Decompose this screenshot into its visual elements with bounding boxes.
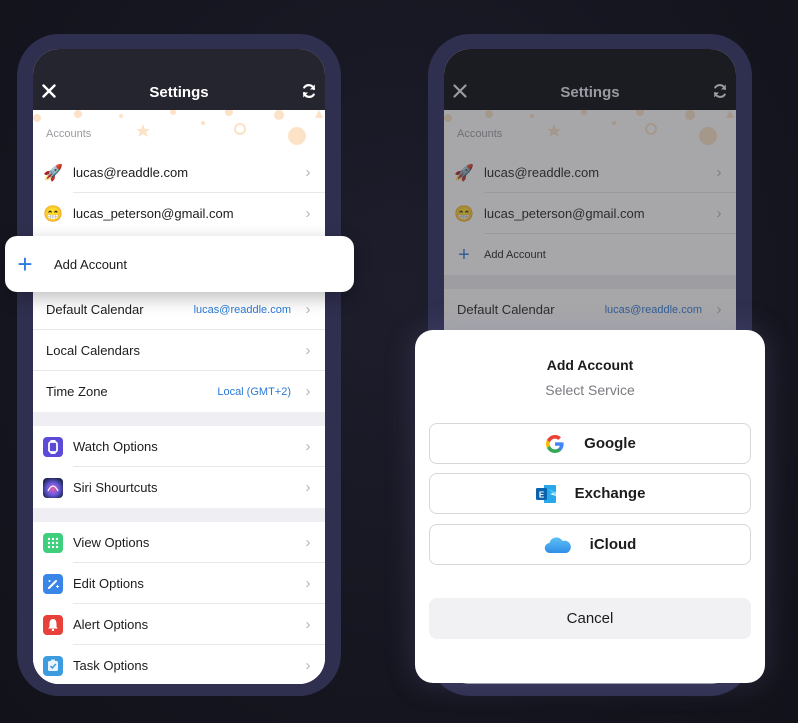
- nav-bar: Settings: [444, 49, 736, 110]
- sheet-title: Add Account: [546, 357, 634, 373]
- add-account-button[interactable]: + Add Account: [5, 236, 354, 292]
- default-calendar-row[interactable]: Default Calendar lucas@readdle.com ›: [33, 289, 325, 330]
- account-email: lucas@readdle.com: [484, 165, 600, 180]
- row-label: Siri Shourtcuts: [73, 480, 158, 495]
- watch-icon: [43, 436, 63, 457]
- default-calendar-row[interactable]: Default Calendar lucas@readdle.com ›: [444, 289, 736, 330]
- service-label: iCloud: [589, 536, 637, 553]
- rocket-icon: 🚀: [454, 164, 474, 182]
- row-label: Alert Options: [73, 617, 149, 632]
- account-email: lucas@readdle.com: [73, 165, 189, 180]
- exchange-button[interactable]: E Exchange: [429, 473, 751, 514]
- chevron-right-icon: ›: [716, 164, 722, 181]
- accounts-section-label: Accounts: [46, 128, 92, 140]
- row-label: Task Options: [73, 658, 149, 673]
- add-account-row[interactable]: + Add Account: [444, 234, 736, 275]
- chevron-right-icon: ›: [305, 575, 311, 592]
- exchange-icon: E: [535, 483, 557, 505]
- alert-options-row[interactable]: Alert Options ›: [33, 604, 325, 645]
- row-label: View Options: [73, 535, 150, 550]
- account-row[interactable]: 🚀 lucas@readdle.com ›: [444, 152, 736, 193]
- account-email: lucas_peterson@gmail.com: [73, 206, 234, 221]
- sync-button[interactable]: [711, 82, 729, 100]
- chevron-right-icon: ›: [305, 616, 311, 633]
- google-icon: [544, 433, 566, 455]
- siri-icon: [43, 477, 63, 498]
- row-label: Time Zone: [46, 384, 108, 399]
- section-gap: [33, 412, 325, 426]
- plus-icon: +: [458, 243, 470, 266]
- account-email: lucas_peterson@gmail.com: [484, 206, 645, 221]
- svg-text:E: E: [538, 490, 544, 499]
- service-label: Google: [584, 435, 636, 452]
- chevron-right-icon: ›: [716, 301, 722, 318]
- row-label: Watch Options: [73, 439, 158, 454]
- add-account-label: Add Account: [484, 248, 546, 261]
- section-gap: [444, 275, 736, 289]
- local-calendars-row[interactable]: Local Calendars ›: [33, 330, 325, 371]
- siri-shortcuts-row[interactable]: Siri Shourtcuts ›: [33, 467, 325, 508]
- grid-icon: [43, 532, 63, 553]
- icloud-button[interactable]: iCloud: [429, 524, 751, 565]
- icloud-icon: [544, 534, 572, 556]
- row-label: Local Calendars: [46, 343, 140, 358]
- row-label: Edit Options: [73, 576, 144, 591]
- sync-icon: [302, 84, 316, 98]
- task-options-row[interactable]: Task Options ›: [33, 645, 325, 684]
- add-account-label: Add Account: [54, 256, 127, 272]
- section-gap: [33, 508, 325, 522]
- bell-icon: [43, 614, 63, 635]
- chevron-right-icon: ›: [305, 342, 311, 359]
- time-zone-row[interactable]: Time Zone Local (GMT+2) ›: [33, 371, 325, 412]
- view-options-row[interactable]: View Options ›: [33, 522, 325, 563]
- chevron-right-icon: ›: [305, 438, 311, 455]
- accounts-section-label: Accounts: [457, 128, 503, 140]
- account-row[interactable]: 🚀 lucas@readdle.com ›: [33, 152, 325, 193]
- google-button[interactable]: Google: [429, 423, 751, 464]
- sync-button[interactable]: [300, 82, 318, 100]
- pencil-icon: [43, 573, 63, 594]
- sync-icon: [714, 84, 726, 98]
- row-label: Default Calendar: [46, 302, 144, 317]
- add-account-sheet: Add Account Select Service Google E Exch…: [415, 330, 765, 683]
- page-title: Settings: [560, 84, 620, 101]
- watch-options-row[interactable]: Watch Options ›: [33, 426, 325, 467]
- row-value: lucas@readdle.com: [193, 303, 291, 316]
- rocket-icon: 🚀: [43, 164, 63, 182]
- service-label: Exchange: [574, 485, 646, 502]
- plus-icon: +: [17, 249, 33, 279]
- chevron-right-icon: ›: [305, 301, 311, 318]
- row-value: lucas@readdle.com: [604, 303, 702, 316]
- checklist-icon: [43, 655, 63, 676]
- chevron-right-icon: ›: [716, 205, 722, 222]
- grinning-face-icon: 😁: [43, 205, 63, 223]
- chevron-right-icon: ›: [305, 205, 311, 222]
- accounts-header: Accounts: [33, 110, 325, 152]
- chevron-right-icon: ›: [305, 383, 311, 400]
- edit-options-row[interactable]: Edit Options ›: [33, 563, 325, 604]
- nav-bar: Settings: [33, 49, 325, 110]
- accounts-header: Accounts: [444, 110, 736, 152]
- account-row[interactable]: 😁 lucas_peterson@gmail.com ›: [444, 193, 736, 234]
- row-label: Default Calendar: [457, 302, 555, 317]
- account-row[interactable]: 😁 lucas_peterson@gmail.com ›: [33, 193, 325, 234]
- settings-screen: Settings Accounts 🚀 lucas@readdle.com › …: [33, 49, 325, 684]
- row-value: Local (GMT+2): [217, 385, 291, 398]
- sheet-subtitle: Select Service: [545, 382, 635, 398]
- chevron-right-icon: ›: [305, 164, 311, 181]
- chevron-right-icon: ›: [305, 479, 311, 496]
- page-title: Settings: [149, 84, 209, 101]
- chevron-right-icon: ›: [305, 657, 311, 674]
- cancel-button[interactable]: Cancel: [429, 598, 751, 639]
- left-phone-frame: Settings Accounts 🚀 lucas@readdle.com › …: [17, 34, 341, 696]
- chevron-right-icon: ›: [305, 534, 311, 551]
- grinning-face-icon: 😁: [454, 205, 474, 223]
